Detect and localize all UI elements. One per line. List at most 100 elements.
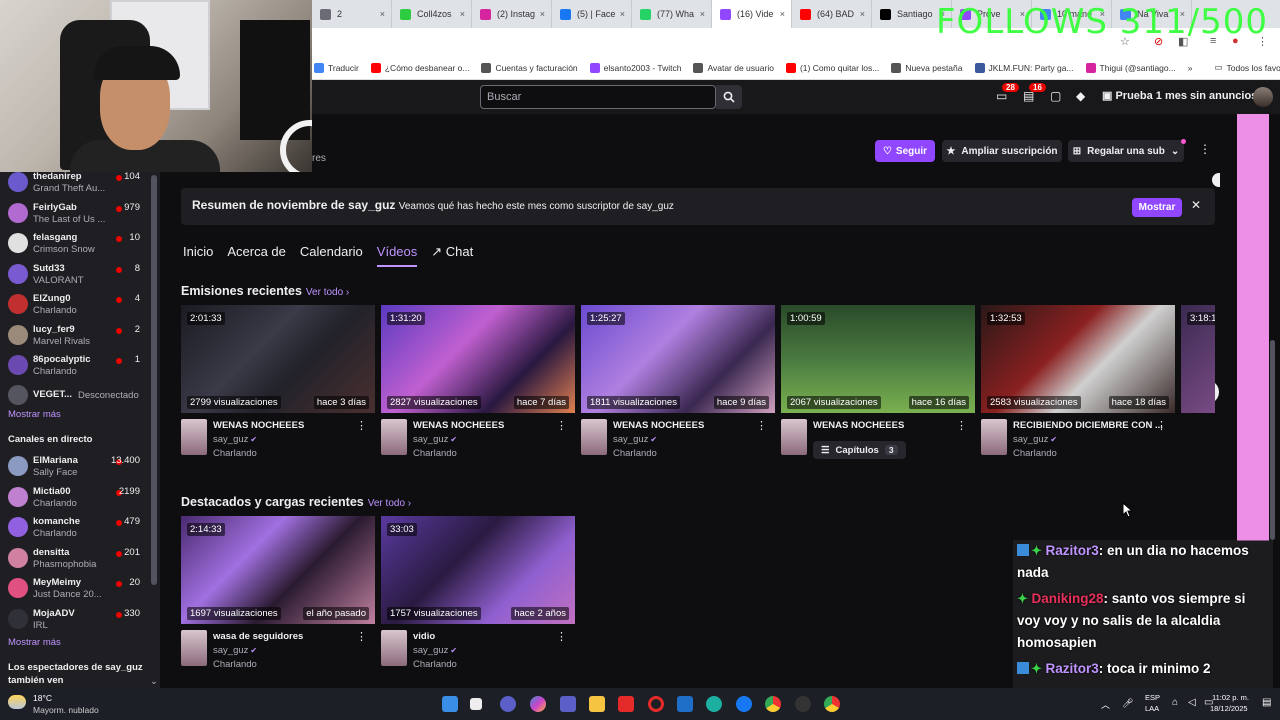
bookmark-item[interactable]: ¿Cómo desbanear o... [370,62,469,73]
game-category[interactable]: Charlando [413,659,457,670]
bookmark-item[interactable]: Nueva pestaña [891,62,963,73]
sidebar-channel[interactable]: 86pocalyptic Charlando 1 [0,350,150,380]
close-icon[interactable]: ✕ [1191,198,1201,212]
sidebar-channel[interactable]: felasgang Crimson Snow 10 [0,228,150,258]
close-icon[interactable]: × [620,9,625,19]
obs-icon[interactable] [795,696,811,712]
notification-center-icon[interactable]: ▤ [1262,697,1271,708]
video-thumbnail[interactable]: 1:31:20 2827 visualizaciones hace 7 días [381,305,575,413]
chrome-profile-icon[interactable] [824,696,840,712]
prime-trial-button[interactable]: ▣ Prueba 1 mes sin anuncios [1102,89,1257,102]
video-thumbnail[interactable]: 1:32:53 2583 visualizaciones hace 18 días [981,305,1175,413]
follow-button[interactable]: ♡ Seguir [875,140,935,162]
store-icon[interactable] [677,696,693,712]
clock-time[interactable]: 11:02 p. m. [1212,693,1249,702]
browser-tab[interactable]: (16) Vide × [712,0,792,28]
opera-icon[interactable] [648,696,664,712]
browser-tab[interactable]: Coll4zos × [392,0,472,28]
close-icon[interactable]: × [860,9,865,19]
teams-icon[interactable] [560,696,576,712]
game-category[interactable]: Charlando [413,448,457,459]
sidebar-channel-offline[interactable]: VEGET... Desconectado [0,380,150,410]
channel-link[interactable]: say_guz ✔ [613,434,657,445]
close-icon[interactable]: × [380,9,385,19]
close-icon[interactable]: × [780,9,785,19]
bookmark-item[interactable]: elsanto2003 - Twitch [589,62,681,73]
bookmarks-overflow-icon[interactable]: » [1188,63,1193,73]
more-options-icon[interactable]: ⋮ [1199,142,1211,156]
video-thumbnail[interactable]: 2:01:33 2799 visualizaciones hace 3 días [181,305,375,413]
bookmark-item[interactable]: Avatar de usuario [693,62,774,73]
file-explorer-icon[interactable] [589,696,605,712]
browser-tab[interactable]: (64) BAD × [792,0,872,28]
sidebar-channel[interactable]: ElZung0 Charlando 4 [0,289,150,319]
sidebar-channel[interactable]: Mictia00 Charlando 2199 [0,482,150,512]
video-thumbnail[interactable]: 3:18:1 [1181,305,1215,413]
channel-link[interactable]: say_guz ✔ [213,645,257,656]
whispers-icon[interactable]: ▢ [1050,89,1061,103]
tab-vídeos[interactable]: Vídeos [376,244,418,267]
channel-avatar[interactable] [181,630,207,666]
tab-acerca-de[interactable]: Acerca de [227,244,286,267]
recap-show-button[interactable]: Mostrar [1132,198,1182,217]
search-button[interactable] [716,85,742,109]
show-more-link[interactable]: Mostrar más [8,637,61,648]
tab-chat[interactable]: ↗ Chat [431,244,473,267]
video-thumbnail[interactable]: 2:14:33 1697 visualizaciones el año pasado [181,516,375,624]
edge-icon[interactable] [706,696,722,712]
video-card[interactable]: 33:03 1757 visualizaciones hace 2 años vidi… [381,516,575,676]
recent-see-all-link[interactable]: Ver todo › [306,287,349,298]
more-options-icon[interactable]: ⋮ [956,419,967,432]
start-icon[interactable] [442,696,458,712]
chrome-icon[interactable] [765,696,781,712]
drawer-handle[interactable] [1212,173,1220,187]
close-icon[interactable]: × [460,9,465,19]
video-title[interactable]: WENAS NOCHEEES [213,420,363,431]
show-more-link[interactable]: Mostrar más [8,409,61,420]
copilot-icon[interactable] [530,696,546,712]
more-options-icon[interactable]: ⋮ [756,419,767,432]
more-options-icon[interactable]: ⋮ [356,419,367,432]
video-title[interactable]: wasa de seguidores [213,631,363,642]
more-options-icon[interactable]: ⋮ [1156,419,1167,432]
video-card[interactable]: 1:25:27 1811 visualizaciones hace 9 días WE… [581,305,775,465]
sidebar-channel[interactable]: FeirlyGab The Last of Us ... 979 [0,198,150,228]
microphone-icon[interactable]: 🎤︎ [1122,698,1133,709]
video-title[interactable]: WENAS NOCHEEES [413,420,563,431]
close-icon[interactable]: × [540,9,545,19]
browser-tab[interactable]: 2 × [312,0,392,28]
gift-sub-button[interactable]: ⊞ Regalar una sub ⌄ [1068,140,1184,162]
all-bookmarks-button[interactable]: ▭Todos los favoritos [1214,62,1280,73]
channel-avatar[interactable] [781,419,807,455]
sidebar-channel[interactable]: Sutd33 VALORANT 8 [0,259,150,289]
sidebar-channel[interactable]: MeyMeimy Just Dance 20... 20 [0,573,150,603]
video-thumbnail[interactable]: 1:25:27 1811 visualizaciones hace 9 días [581,305,775,413]
channel-avatar[interactable] [381,630,407,666]
task-view-icon[interactable] [470,698,482,710]
channel-avatar[interactable] [181,419,207,455]
sidebar-channel[interactable]: MojaADV IRL 330 [0,604,150,634]
channel-link[interactable]: say_guz ✔ [413,645,457,656]
channel-link[interactable]: say_guz ✔ [1013,434,1057,445]
bits-icon[interactable]: ◆ [1076,89,1085,103]
channel-link[interactable]: say_guz ✔ [213,434,257,445]
network-icon[interactable]: ⌂ [1172,697,1178,708]
video-thumbnail[interactable]: 33:03 1757 visualizaciones hace 2 años [381,516,575,624]
bookmark-item[interactable]: Traducir [314,62,359,73]
video-card[interactable]: 2:01:33 2799 visualizaciones hace 3 días WE… [181,305,375,465]
video-title[interactable]: WENAS NOCHEEES [613,420,763,431]
user-avatar[interactable] [1253,87,1273,107]
sidebar-scrollbar[interactable] [151,175,157,585]
volume-icon[interactable]: ◁ [1188,697,1196,708]
video-card[interactable]: 1:31:20 2827 visualizaciones hace 7 días WE… [381,305,575,465]
chapters-button[interactable]: ☰ Capítulos 3 [813,441,906,459]
tab-inicio[interactable]: Inicio [183,244,213,267]
sidebar-channel[interactable]: lucy_fer9 Marvel Rivals 2 [0,320,150,350]
more-options-icon[interactable]: ⋮ [356,630,367,643]
bookmark-item[interactable]: (1) Como quitar los... [785,62,879,73]
facebook-icon[interactable] [736,696,752,712]
search-input[interactable]: Buscar [480,85,716,109]
video-title[interactable]: WENAS NOCHEEES [813,420,963,431]
bookmark-item[interactable]: Cuentas y facturación [481,62,578,73]
channel-avatar[interactable] [981,419,1007,455]
